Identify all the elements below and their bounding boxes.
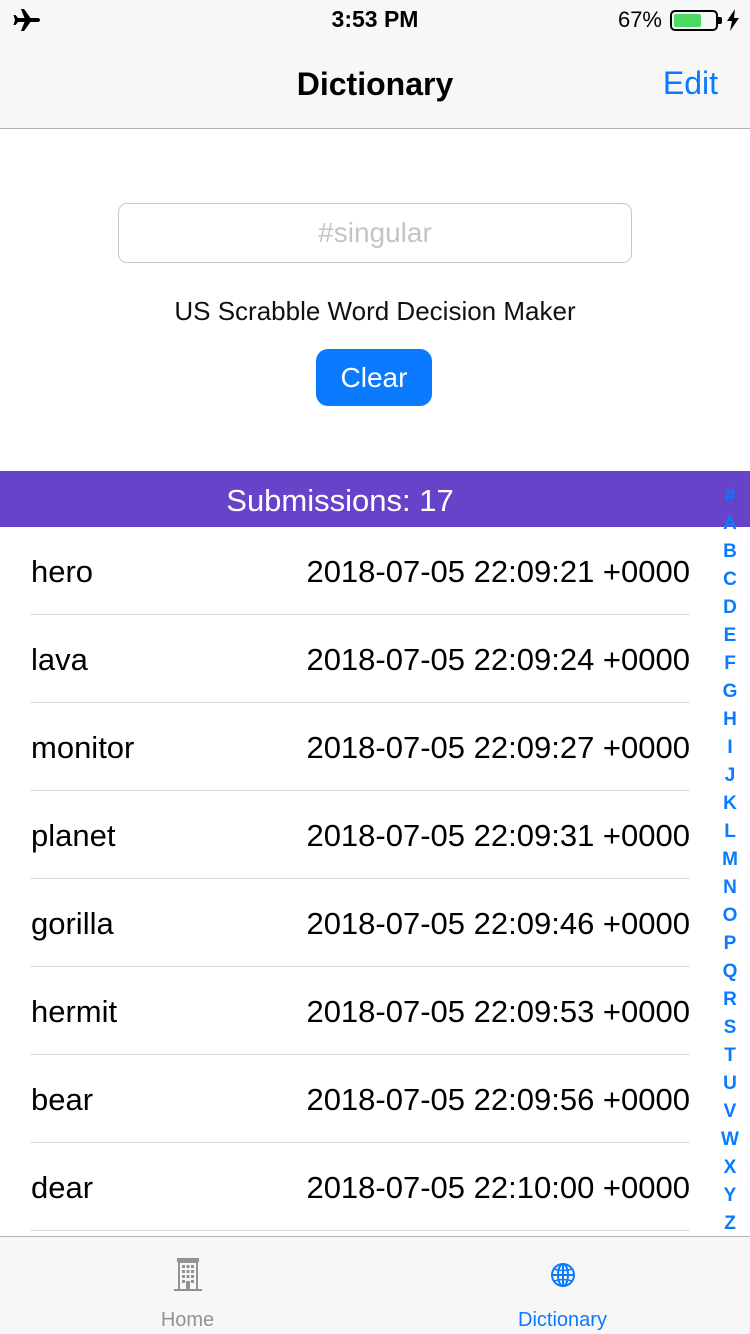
row-word: monitor [31,730,135,765]
row-word: lava [31,642,88,677]
row-word: bear [31,1082,94,1117]
navigation-bar: Dictionary Edit [0,40,750,129]
row-word: hero [31,554,94,589]
index-letter[interactable]: V [724,1098,737,1126]
tab-dictionary[interactable]: Dictionary [375,1237,750,1334]
row-date: 2018-07-05 22:09:53 +0000 [306,994,690,1029]
submission-list: hero 2018-07-05 22:09:21 +0000 lava 2018… [0,527,720,1231]
row-date: 2018-07-05 22:09:21 +0000 [306,554,690,589]
subtitle-label: US Scrabble Word Decision Maker [174,296,576,326]
index-letter[interactable]: L [724,818,736,846]
status-bar: 3:53 PM 67% [0,0,750,40]
table-row[interactable]: hero 2018-07-05 22:09:21 +0000 [0,527,720,615]
table-row[interactable]: monitor 2018-07-05 22:09:27 +0000 [0,703,720,791]
index-letter[interactable]: Q [723,958,738,986]
row-separator [30,1230,690,1231]
index-letter[interactable]: P [724,930,737,958]
row-date: 2018-07-05 22:09:46 +0000 [306,906,690,941]
globe-icon [550,1263,575,1287]
clear-button[interactable]: Clear [316,349,432,406]
index-letter[interactable]: Y [724,1182,737,1210]
row-date: 2018-07-05 22:09:27 +0000 [306,730,690,765]
table-row[interactable]: lava 2018-07-05 22:09:24 +0000 [0,615,720,703]
row-date: 2018-07-05 22:09:56 +0000 [306,1082,690,1117]
index-letter[interactable]: Z [724,1210,736,1238]
index-letter[interactable]: H [723,706,737,734]
table-row[interactable]: gorilla 2018-07-05 22:09:46 +0000 [0,879,720,967]
table-row[interactable]: bear 2018-07-05 22:09:56 +0000 [0,1055,720,1143]
index-letter[interactable]: W [721,1126,739,1154]
battery-icon [670,10,722,31]
index-letter[interactable]: G [723,678,738,706]
table-row[interactable]: dear 2018-07-05 22:10:00 +0000 [0,1143,720,1231]
table-row[interactable]: hermit 2018-07-05 22:09:53 +0000 [0,967,720,1055]
submissions-count-label: Submissions: 17 [226,483,454,518]
index-letter[interactable]: A [723,510,737,538]
tab-home[interactable]: Home [0,1237,375,1334]
search-input[interactable] [118,203,632,263]
row-word: planet [31,818,116,853]
edit-button[interactable]: Edit [663,65,718,102]
row-date: 2018-07-05 22:09:24 +0000 [306,642,690,677]
index-letter[interactable]: N [723,874,737,902]
charging-bolt-icon [727,9,739,31]
index-letter[interactable]: B [723,538,737,566]
row-date: 2018-07-05 22:10:00 +0000 [306,1170,690,1205]
section-index-bar[interactable]: # A B C D E F G H I J K L M N O P Q R S T U V W X Y Z [716,482,744,1238]
index-letter[interactable]: J [725,762,736,790]
battery-percent: 67% [617,7,662,32]
section-header: Submissions: 17 [0,471,750,527]
row-word: hermit [31,994,118,1029]
index-letter[interactable]: I [727,734,732,762]
table-row[interactable]: planet 2018-07-05 22:09:31 +0000 [0,791,720,879]
building-icon [173,1258,202,1291]
index-letter[interactable]: S [724,1014,737,1042]
index-letter[interactable]: O [723,902,738,930]
index-letter[interactable]: # [725,482,736,510]
tab-bar: Home Dictionary [0,1236,750,1334]
index-letter[interactable]: U [723,1070,737,1098]
index-letter[interactable]: E [724,622,737,650]
index-letter[interactable]: K [723,790,737,818]
tab-label: Home [160,1309,215,1331]
tab-label: Dictionary [518,1309,607,1331]
row-word: gorilla [31,906,114,941]
page-title: Dictionary [296,66,454,102]
index-letter[interactable]: M [722,846,738,874]
row-date: 2018-07-05 22:09:31 +0000 [306,818,690,853]
row-word: dear [31,1170,94,1205]
battery-fill [674,14,701,27]
index-letter[interactable]: C [723,566,737,594]
index-letter[interactable]: R [723,986,737,1014]
index-letter[interactable]: T [724,1042,736,1070]
index-letter[interactable]: D [723,594,737,622]
index-letter[interactable]: X [724,1154,737,1182]
battery-nub [718,17,722,24]
index-letter[interactable]: F [724,650,736,678]
